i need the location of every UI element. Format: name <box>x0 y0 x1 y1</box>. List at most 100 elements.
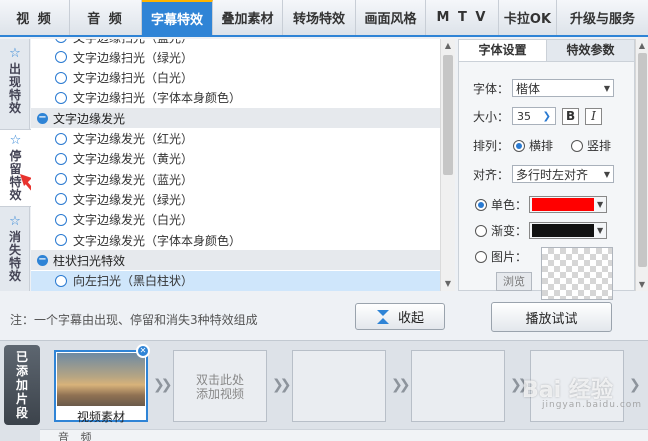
effect-radio[interactable] <box>55 91 67 104</box>
composition-note: 注：一个字幕由出现、停留和消失3种特效组成 <box>10 313 258 327</box>
effect-item[interactable]: 文字边缘发光（白光） <box>31 210 440 230</box>
effect-label: 柱状扫光特效 <box>53 253 126 268</box>
tab-stay-effect[interactable]: ☆ 停留特效 <box>0 129 31 207</box>
scroll-down-arrow-icon[interactable]: ▼ <box>636 280 648 289</box>
image-radio[interactable] <box>475 250 487 263</box>
collapse-button[interactable]: 收起 <box>355 303 445 330</box>
tab-subtitle-effects[interactable]: 字幕特效 <box>142 0 213 35</box>
effect-label: 文字边缘发光（蓝光） <box>73 172 194 187</box>
effect-label: 文字边缘发光（红光） <box>73 132 194 146</box>
align-select[interactable]: 多行时左对齐 ▼ <box>512 165 615 183</box>
vertical-radio[interactable] <box>571 139 584 152</box>
chevron-down-icon: ▼ <box>596 226 604 235</box>
effect-item[interactable]: 文字边缘发光（黄光） <box>31 149 440 169</box>
tab-appear-effect[interactable]: ☆ 出现特效 <box>0 47 30 115</box>
chevron-down-icon: ▼ <box>603 83 611 93</box>
chevron-right-icon: ❯❯ <box>153 377 172 393</box>
tab-disappear-effect[interactable]: ☆ 消失特效 <box>0 215 30 283</box>
audio-track[interactable]: 音 频 <box>40 429 648 441</box>
effect-label: 文字边缘扫光（绿光） <box>73 50 194 65</box>
tab-karaoke[interactable]: 卡拉OK <box>499 0 557 35</box>
collapse-group-icon[interactable]: − <box>37 254 48 266</box>
effect-radio[interactable] <box>55 152 67 165</box>
font-settings-panel: 字体设置 特效参数 字体： 楷体 ▼ 大小： 35 ❯ B I 排列： 横排 竖… <box>458 39 635 300</box>
effect-group-header[interactable]: − 柱状扫光特效 <box>31 250 440 271</box>
tab-video[interactable]: 视 频 <box>0 0 70 35</box>
tab-overlay[interactable]: 叠加素材 <box>213 0 283 35</box>
effect-radio[interactable] <box>55 193 67 206</box>
empty-clip-slot[interactable] <box>292 350 386 422</box>
effect-radio[interactable] <box>55 213 67 226</box>
effect-item[interactable]: 文字边缘发光（字体本身颜色） <box>31 230 440 250</box>
tab-effect-params[interactable]: 特效参数 <box>547 40 634 61</box>
effect-label: 文字边缘发光 <box>53 111 126 126</box>
preview-play-button[interactable]: 播放试试 <box>491 302 612 332</box>
scrollbar-thumb[interactable] <box>443 55 453 175</box>
single-color-picker[interactable]: ▼ <box>529 196 608 213</box>
tab-style[interactable]: 画面风格 <box>356 0 426 35</box>
collapse-group-icon[interactable]: − <box>37 112 48 124</box>
tab-audio[interactable]: 音 频 <box>70 0 142 35</box>
effects-list-scrollbar[interactable]: ▲ ▼ <box>440 39 455 291</box>
font-row: 字体： 楷体 ▼ <box>473 79 615 97</box>
effect-item[interactable]: 文字边缘扫光（白光） <box>31 68 440 88</box>
effect-radio[interactable] <box>55 71 67 84</box>
size-input[interactable]: 35 ❯ <box>512 107 557 125</box>
effect-group-header[interactable]: − 文字边缘发光 <box>31 108 440 129</box>
chevron-right-icon: ❯❯ <box>272 377 291 393</box>
tab-transition[interactable]: 转场特效 <box>283 0 356 35</box>
effect-radio[interactable] <box>55 132 67 145</box>
video-clip[interactable]: 视频素材 ✕ <box>54 344 150 424</box>
scroll-up-arrow-icon[interactable]: ▲ <box>636 41 648 50</box>
clip-caption: 视频素材 <box>76 410 125 424</box>
italic-button[interactable]: I <box>585 107 603 125</box>
effect-radio[interactable] <box>55 51 67 64</box>
horizontal-radio[interactable] <box>513 139 526 152</box>
effect-item[interactable]: 文字边缘发光（蓝光） <box>31 169 440 189</box>
effect-radio[interactable] <box>55 274 67 287</box>
effect-item[interactable]: 向左扫光（黑白柱状） <box>31 270 440 291</box>
scroll-up-arrow-icon[interactable]: ▲ <box>441 39 455 53</box>
effect-item[interactable]: 文字边缘发光（红光） <box>31 129 440 149</box>
single-color-row: 单色： ▼ <box>475 196 608 213</box>
empty-clip-slot[interactable] <box>411 350 505 422</box>
gradient-radio[interactable] <box>475 224 487 237</box>
settings-scrollbar[interactable]: ▲ ▼ <box>635 39 648 291</box>
tab-upgrade[interactable]: 升级与服务 <box>557 0 648 35</box>
star-minus-icon: ☆ <box>9 214 21 229</box>
clip-thumbnail <box>57 353 145 406</box>
effects-list[interactable]: 文字边缘扫光（蓝光） 文字边缘扫光（绿光） 文字边缘扫光（白光） 文字边缘扫光（字体本… <box>31 39 440 291</box>
effect-label: 文字边缘扫光（白光） <box>73 71 194 86</box>
font-select[interactable]: 楷体 ▼ <box>512 79 615 97</box>
single-color-radio[interactable] <box>475 198 487 211</box>
added-clips-label: 已添加片段 <box>4 345 40 425</box>
effect-item[interactable]: 文字边缘扫光（蓝光） <box>31 39 440 47</box>
effect-item[interactable]: 文字边缘扫光（字体本身颜色） <box>31 88 440 108</box>
single-color-swatch <box>532 198 595 211</box>
chevron-right-icon: ❯❯ <box>391 377 410 393</box>
close-icon[interactable]: ✕ <box>136 344 150 358</box>
effect-item[interactable]: 文字边缘发光（绿光） <box>31 189 440 209</box>
image-preview <box>541 247 613 300</box>
effect-label: 文字边缘扫光（字体本身颜色） <box>73 91 242 106</box>
effect-label: 文字边缘发光（白光） <box>73 213 194 228</box>
empty-clip-slot[interactable]: 双击此处 添加视频 <box>173 350 267 422</box>
gradient-row: 渐变： ▼ <box>475 222 608 239</box>
align-row: 对齐： 多行时左对齐 ▼ <box>473 165 615 183</box>
effect-item[interactable]: 文字边缘扫光（绿光） <box>31 47 440 67</box>
chevron-right-icon[interactable]: ❯ <box>543 111 551 122</box>
size-row: 大小： 35 ❯ B I <box>473 107 603 125</box>
effect-radio[interactable] <box>55 234 67 246</box>
bold-button[interactable]: B <box>562 107 580 125</box>
scroll-down-arrow-icon[interactable]: ▼ <box>441 277 455 291</box>
scrollbar-thumb[interactable] <box>638 53 647 267</box>
tab-font-settings[interactable]: 字体设置 <box>459 40 547 61</box>
effect-radio[interactable] <box>55 39 67 43</box>
gradient-color-picker[interactable]: ▼ <box>529 222 608 239</box>
effect-radio[interactable] <box>55 173 67 186</box>
image-row: 图片： <box>475 248 527 265</box>
top-tab-bar: 视 频 音 频 字幕特效 叠加素材 转场特效 画面风格 M T V 卡拉OK 升… <box>0 0 648 37</box>
font-label: 字体： <box>473 81 510 96</box>
browse-button[interactable]: 浏览 <box>496 272 532 291</box>
tab-mtv[interactable]: M T V <box>426 0 499 35</box>
